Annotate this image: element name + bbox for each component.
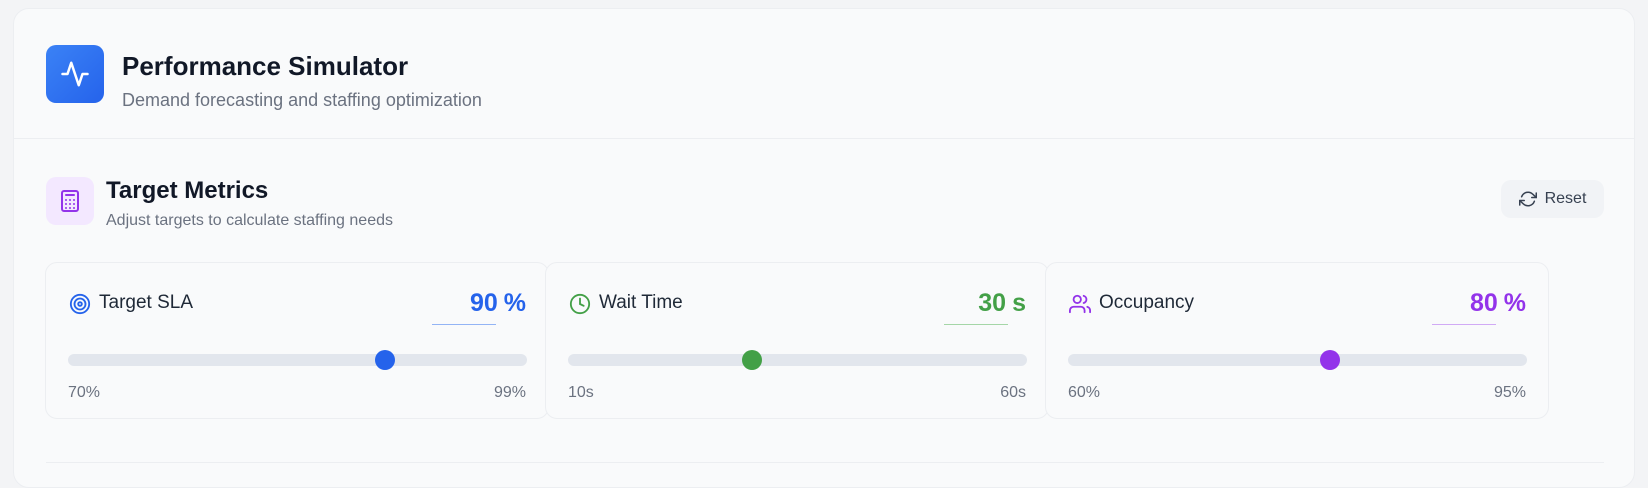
metric-value-input[interactable]: 90 % [458, 289, 526, 318]
reset-button[interactable]: Reset [1501, 180, 1604, 218]
reset-button-label: Reset [1544, 190, 1587, 207]
metric-unit: % [503, 289, 526, 317]
metric-value[interactable]: 30 [966, 289, 1006, 318]
slider-thumb[interactable] [1320, 350, 1341, 370]
target-icon [68, 292, 92, 316]
simulator-card: Performance Simulator Demand forecasting… [13, 8, 1635, 488]
refresh-icon [1518, 191, 1537, 207]
activity-pulse-icon [46, 45, 104, 103]
value-underline [944, 324, 1008, 325]
metric-value-input[interactable]: 30 s [966, 289, 1026, 318]
slider-track[interactable] [1068, 350, 1527, 370]
metric-card-target-sla: Target SLA 90 % 70% 99% [45, 262, 549, 419]
slider-max-label: 99% [493, 384, 526, 401]
metric-label: Target SLA [99, 292, 193, 313]
metric-card-wait-time: Wait Time 30 s 10s 60s [545, 262, 1049, 419]
metric-unit: % [1503, 289, 1526, 317]
section-divider [46, 462, 1604, 463]
metric-value[interactable]: 80 [1458, 289, 1498, 318]
metric-label: Occupancy [1099, 292, 1195, 313]
metric-unit: s [1012, 289, 1026, 317]
clock-icon [568, 292, 592, 316]
slider-max-label: 95% [1493, 384, 1526, 401]
slider-track[interactable] [68, 350, 527, 370]
metric-value[interactable]: 90 [458, 289, 498, 318]
value-underline [432, 324, 496, 325]
slider-min-label: 70% [68, 384, 101, 401]
slider-min-label: 10s [568, 384, 594, 401]
calculator-icon [46, 177, 94, 225]
users-icon [1068, 292, 1092, 316]
metric-card-occupancy: Occupancy 80 % 60% 95% [1045, 262, 1549, 419]
metric-label: Wait Time [599, 292, 683, 313]
value-underline [1432, 324, 1496, 325]
section-subtitle: Adjust targets to calculate staffing nee… [106, 212, 393, 229]
slider-track[interactable] [568, 350, 1027, 370]
slider-min-label: 60% [1068, 384, 1101, 401]
app-title: Performance Simulator [122, 51, 409, 81]
metric-value-input[interactable]: 80 % [1458, 289, 1526, 318]
app-header: Performance Simulator Demand forecasting… [14, 9, 1634, 139]
slider-thumb[interactable] [741, 350, 762, 370]
app-subtitle: Demand forecasting and staffing optimiza… [122, 90, 482, 110]
slider-thumb[interactable] [374, 350, 395, 370]
slider-max-label: 60s [1000, 384, 1026, 401]
section-title: Target Metrics [106, 177, 269, 204]
